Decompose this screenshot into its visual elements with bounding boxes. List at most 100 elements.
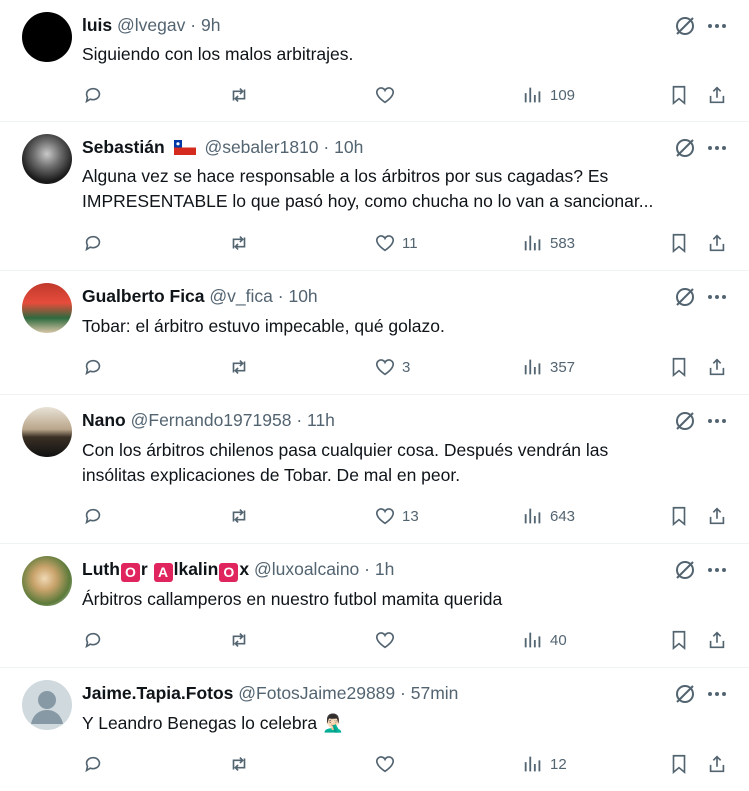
views-button[interactable]: 109: [522, 82, 575, 108]
reply-button[interactable]: [82, 82, 104, 108]
like-button[interactable]: 3: [374, 354, 410, 380]
views-count: 40: [550, 631, 567, 649]
handle[interactable]: @Fernando1971958: [131, 410, 292, 430]
display-name[interactable]: Gualberto Fica: [82, 286, 205, 306]
tweet[interactable]: Sebastián @sebaler1810 · 10h Alguna vez …: [0, 122, 749, 271]
timestamp[interactable]: 1h: [375, 559, 394, 579]
tweet-text: Tobar: el árbitro estuvo impecable, qué …: [82, 314, 722, 339]
display-name[interactable]: Sebastián: [82, 137, 165, 157]
timestamp[interactable]: 10h: [334, 137, 363, 157]
more-icon[interactable]: [705, 409, 729, 433]
views-icon: [524, 235, 541, 251]
grok-icon[interactable]: [673, 136, 697, 160]
share-button[interactable]: [706, 230, 728, 256]
avatar[interactable]: [22, 283, 72, 333]
reply-button[interactable]: [82, 230, 104, 256]
grok-icon[interactable]: [673, 409, 697, 433]
avatar[interactable]: [22, 556, 72, 606]
action-bar: 11 583: [82, 230, 732, 256]
like-button[interactable]: [374, 627, 402, 653]
tweet[interactable]: Jaime.Tapia.Fotos @FotosJaime29889 · 57m…: [0, 668, 749, 791]
timestamp[interactable]: 9h: [201, 15, 220, 35]
action-bar: 40: [82, 627, 732, 653]
share-button[interactable]: [706, 503, 728, 529]
bookmark-button[interactable]: [668, 627, 690, 653]
share-button[interactable]: [706, 82, 728, 108]
tweet-header: Sebastián @sebaler1810 · 10h: [82, 136, 363, 158]
tweet-text: Alguna vez se hace responsable a los árb…: [82, 164, 722, 214]
bookmark-button[interactable]: [668, 751, 690, 777]
handle[interactable]: @lvegav: [117, 15, 185, 35]
tweet[interactable]: Nano @Fernando1971958 · 11h Con los árbi…: [0, 395, 749, 544]
retweet-button[interactable]: [228, 354, 250, 380]
grok-icon[interactable]: [673, 558, 697, 582]
retweet-button[interactable]: [228, 627, 250, 653]
separator-dot: ·: [400, 683, 406, 703]
views-button[interactable]: 40: [522, 627, 567, 653]
views-count: 109: [550, 86, 576, 104]
like-count: 11: [402, 234, 418, 252]
bookmark-icon: [672, 754, 686, 775]
views-button[interactable]: 643: [522, 503, 575, 529]
share-icon: [709, 234, 725, 252]
like-button[interactable]: [374, 751, 402, 777]
avatar[interactable]: [22, 680, 72, 730]
views-icon: [524, 632, 541, 648]
like-button[interactable]: [374, 82, 402, 108]
tweet-text-line: Árbitros callamperos en nuestro futbol m…: [82, 589, 503, 609]
retweet-button[interactable]: [228, 751, 250, 777]
retweet-button[interactable]: [228, 503, 250, 529]
tweet[interactable]: Gualberto Fica @v_fica · 10h Tobar: el á…: [0, 271, 749, 395]
more-icon[interactable]: [705, 285, 729, 309]
views-button[interactable]: 357: [522, 354, 575, 380]
display-name[interactable]: Luth Or Alkalin Ox: [82, 559, 249, 582]
reply-button[interactable]: [82, 627, 104, 653]
avatar[interactable]: [22, 134, 72, 184]
avatar[interactable]: [22, 12, 72, 62]
handle[interactable]: @sebaler1810: [204, 137, 318, 157]
timestamp[interactable]: 11h: [307, 410, 335, 430]
views-button[interactable]: 583: [522, 230, 575, 256]
bookmark-icon: [672, 357, 686, 378]
handle[interactable]: @luxoalcaino: [254, 559, 359, 579]
retweet-button[interactable]: [228, 230, 250, 256]
display-name-part: Luth: [82, 559, 120, 579]
tweet[interactable]: Luth Or Alkalin Ox @luxoalcaino · 1h Árbit…: [0, 544, 749, 668]
grok-icon[interactable]: [673, 285, 697, 309]
avatar[interactable]: [22, 407, 72, 457]
reply-button[interactable]: [82, 751, 104, 777]
tweet-text-line: Y Leandro Benegas lo celebra 🤦🏻‍♂️: [82, 713, 344, 733]
reply-button[interactable]: [82, 354, 104, 380]
more-icon[interactable]: [705, 558, 729, 582]
reply-button[interactable]: [82, 503, 104, 529]
bookmark-button[interactable]: [668, 82, 690, 108]
timestamp[interactable]: 57min: [411, 683, 459, 703]
share-button[interactable]: [706, 354, 728, 380]
grok-icon[interactable]: [673, 14, 697, 38]
retweet-button[interactable]: [228, 82, 250, 108]
views-button[interactable]: 12: [522, 751, 567, 777]
bookmark-button[interactable]: [668, 230, 690, 256]
grok-icon[interactable]: [673, 682, 697, 706]
handle[interactable]: @FotosJaime29889: [238, 683, 395, 703]
like-button[interactable]: 11: [374, 230, 418, 256]
share-icon: [709, 86, 725, 104]
handle[interactable]: @v_fica: [209, 286, 272, 306]
share-button[interactable]: [706, 627, 728, 653]
share-button[interactable]: [706, 751, 728, 777]
bookmark-button[interactable]: [668, 354, 690, 380]
display-name[interactable]: Jaime.Tapia.Fotos: [82, 683, 233, 703]
like-count: 13: [402, 507, 419, 525]
more-icon[interactable]: [705, 136, 729, 160]
like-button[interactable]: 13: [374, 503, 419, 529]
timestamp[interactable]: 10h: [288, 286, 317, 306]
more-icon[interactable]: [705, 682, 729, 706]
default-avatar-icon: [31, 691, 63, 724]
heart-icon: [375, 508, 395, 525]
more-icon[interactable]: [705, 14, 729, 38]
tweet-text-line: Alguna vez se hace responsable a los árb…: [82, 166, 609, 186]
display-name[interactable]: Nano: [82, 410, 126, 430]
tweet[interactable]: luis @lvegav · 9h Siguiendo con los malo…: [0, 0, 749, 122]
bookmark-button[interactable]: [668, 503, 690, 529]
display-name[interactable]: luis: [82, 15, 112, 35]
